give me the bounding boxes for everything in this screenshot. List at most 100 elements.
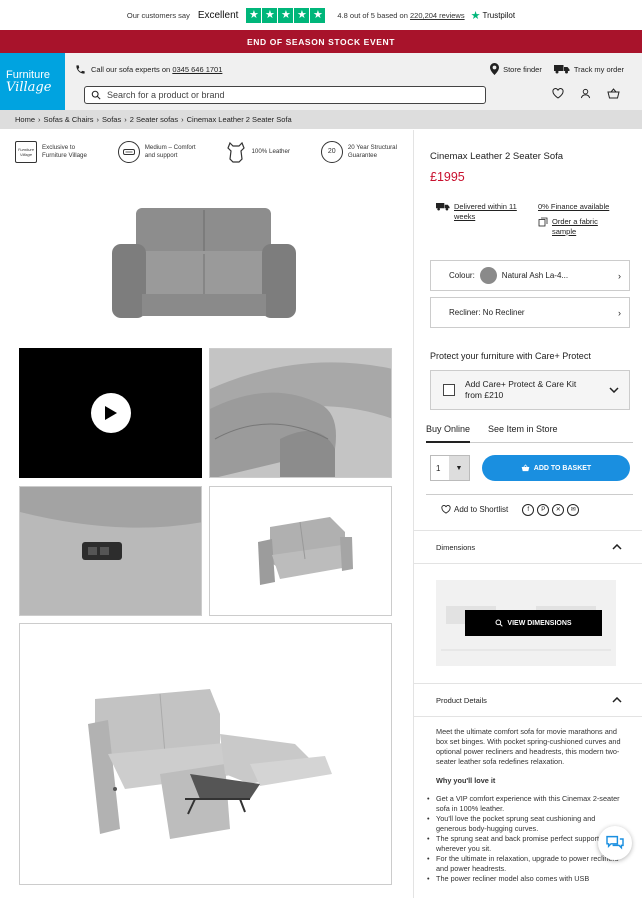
column-divider (413, 130, 414, 898)
exclusive-badge-icon: Furniture Village (15, 141, 37, 163)
details-bullet: The power recliner model also comes with… (427, 874, 622, 884)
feature-comfort: Medium – Comfort and support (117, 141, 196, 163)
add-to-shortlist-button[interactable]: Add to Shortlist (426, 505, 508, 514)
track-order-link[interactable]: Track my order (553, 64, 624, 74)
tp-stars: ★ ★ ★ ★ ★ (246, 7, 326, 23)
finance-info: 0% Finance available Order a fabric samp… (538, 202, 612, 237)
guarantee-20-icon: 20 (320, 141, 343, 163)
delivery-truck-icon (553, 65, 570, 74)
search-bar[interactable] (84, 86, 486, 104)
x-icon[interactable]: ✕ (552, 503, 565, 516)
protect-heading: Protect your furniture with Care+ Protec… (430, 351, 591, 361)
breadcrumb-item[interactable]: Sofas & Chairs (44, 115, 94, 124)
star-icon: ★ (246, 7, 262, 23)
view-dimensions-button[interactable]: VIEW DIMENSIONS (465, 610, 602, 636)
breadcrumb-current: Cinemax Leather 2 Seater Sofa (186, 115, 292, 124)
search-input[interactable] (107, 90, 467, 100)
chevron-up-icon (612, 697, 622, 703)
product-details-text: Meet the ultimate comfort sofa for movie… (427, 727, 622, 884)
product-image-angle[interactable] (209, 486, 392, 616)
account-icon[interactable] (580, 88, 591, 99)
star-icon: ★ (262, 7, 278, 23)
add-to-basket-button[interactable]: ADD TO BASKET (482, 455, 630, 481)
chevron-right-icon: › (618, 307, 621, 318)
chevron-down-icon[interactable] (609, 387, 619, 393)
basket-icon (521, 464, 530, 472)
colour-selector[interactable]: Colour: Natural Ash La-4... › (430, 260, 630, 291)
star-icon: ★ (278, 7, 294, 23)
site-header: Furniture Village Call our sofa experts … (0, 53, 642, 110)
details-intro: Meet the ultimate comfort sofa for movie… (436, 727, 621, 766)
star-icon: ★ (310, 7, 326, 23)
chevron-up-icon (612, 544, 622, 550)
product-title: Cinemax Leather 2 Seater Sofa (430, 151, 564, 162)
details-bullet: Get a VIP comfort experience with this C… (427, 794, 622, 814)
colour-swatch (479, 267, 497, 284)
breadcrumb-item[interactable]: Home (15, 115, 35, 124)
feature-guarantee: 20 20 Year Structural Guarantee (320, 141, 397, 163)
product-image-armrest[interactable] (209, 348, 392, 478)
breadcrumb-item[interactable]: Sofas (102, 115, 121, 124)
tab-see-in-store[interactable]: See Item in Store (488, 419, 558, 442)
breadcrumb: Home › Sofas & Chairs › Sofas › 2 Seater so… (0, 110, 642, 129)
share-icons: f P ✕ ✉ (522, 503, 580, 516)
tp-rating-word: Excellent (197, 9, 239, 21)
facebook-icon[interactable]: f (522, 503, 535, 516)
details-bullet: The sprung seat and back promise perfect… (427, 834, 622, 854)
star-icon: ★ (294, 7, 310, 23)
location-pin-icon (490, 63, 500, 75)
product-image-reclined[interactable] (19, 623, 392, 885)
zoom-icon (495, 619, 504, 627)
dimensions-accordion[interactable]: Dimensions (414, 530, 642, 564)
feature-leather: 100% Leather (226, 141, 290, 163)
trustpilot-star-icon: ★ (470, 9, 481, 22)
fabric-sample-link[interactable]: Order a fabric sample (538, 217, 612, 237)
promo-banner[interactable]: END OF SEASON STOCK EVENT (0, 30, 642, 53)
trustpilot-bar: Our customers say Excellent ★ ★ ★ ★ ★ 4.… (0, 0, 642, 30)
feature-badges: Furniture Village Exclusive to Furniture … (15, 141, 397, 163)
call-experts: Call our sofa experts on 0345 646 1701 (75, 64, 222, 75)
phone-icon (76, 64, 85, 74)
phone-number-link[interactable]: 0345 646 1701 (172, 65, 222, 74)
product-image-recline-button[interactable] (19, 486, 202, 616)
email-icon[interactable]: ✉ (567, 503, 580, 516)
chat-bubbles-icon (606, 835, 624, 850)
tp-reviews-link[interactable]: 220,204 reviews (410, 11, 465, 20)
details-bullet: You'll love the pocket sprung seat cushi… (427, 814, 622, 834)
product-main-image[interactable] (104, 196, 304, 326)
play-icon[interactable] (91, 393, 131, 433)
recliner-selector[interactable]: Recliner: No Recliner › (430, 297, 630, 328)
finance-link[interactable]: 0% Finance available (538, 202, 612, 212)
breadcrumb-item[interactable]: 2 Seater sofas (130, 115, 178, 124)
quantity-select[interactable]: 1 ▼ (430, 455, 470, 481)
details-why-heading: Why you'll love it (436, 776, 496, 785)
shortlist-share-row: Add to Shortlist f P ✕ ✉ (426, 494, 633, 524)
details-bullet: For the ultimate in relaxation, upgrade … (427, 854, 622, 874)
purchase-tabs: Buy Online See Item in Store (426, 419, 633, 443)
tp-rating-text: 4.8 out of 5 based on 220,204 reviews (337, 10, 465, 20)
search-icon (91, 90, 101, 100)
product-video-tile[interactable] (19, 348, 202, 478)
product-price: £1995 (430, 170, 465, 184)
chevron-down-icon: ▼ (449, 456, 469, 480)
heart-icon (441, 505, 451, 514)
tp-prefix: Our customers say (126, 10, 190, 20)
heart-icon[interactable] (552, 88, 564, 99)
tab-buy-online[interactable]: Buy Online (426, 419, 471, 443)
cushion-icon (117, 141, 140, 163)
basket-icon[interactable] (607, 88, 620, 99)
chevron-right-icon: › (618, 270, 621, 281)
store-finder-link[interactable]: Store finder (490, 63, 542, 75)
pinterest-icon[interactable]: P (537, 503, 550, 516)
careplus-checkbox[interactable] (443, 384, 455, 396)
product-details-accordion[interactable]: Product Details (414, 683, 642, 717)
leather-hide-icon (227, 141, 246, 163)
trustpilot-logo[interactable]: ★ Trustpilot (471, 9, 515, 22)
delivery-truck-icon (436, 203, 450, 211)
furniture-village-logo[interactable]: Furniture Village (0, 53, 65, 110)
promo-text: END OF SEASON STOCK EVENT (246, 36, 396, 47)
fabric-sample-icon (538, 217, 548, 227)
live-chat-button[interactable] (598, 826, 632, 860)
careplus-option[interactable]: Add Care+ Protect & Care Kit from £210 (430, 370, 630, 410)
delivery-info[interactable]: Delivered within 11 weeks (436, 202, 522, 222)
